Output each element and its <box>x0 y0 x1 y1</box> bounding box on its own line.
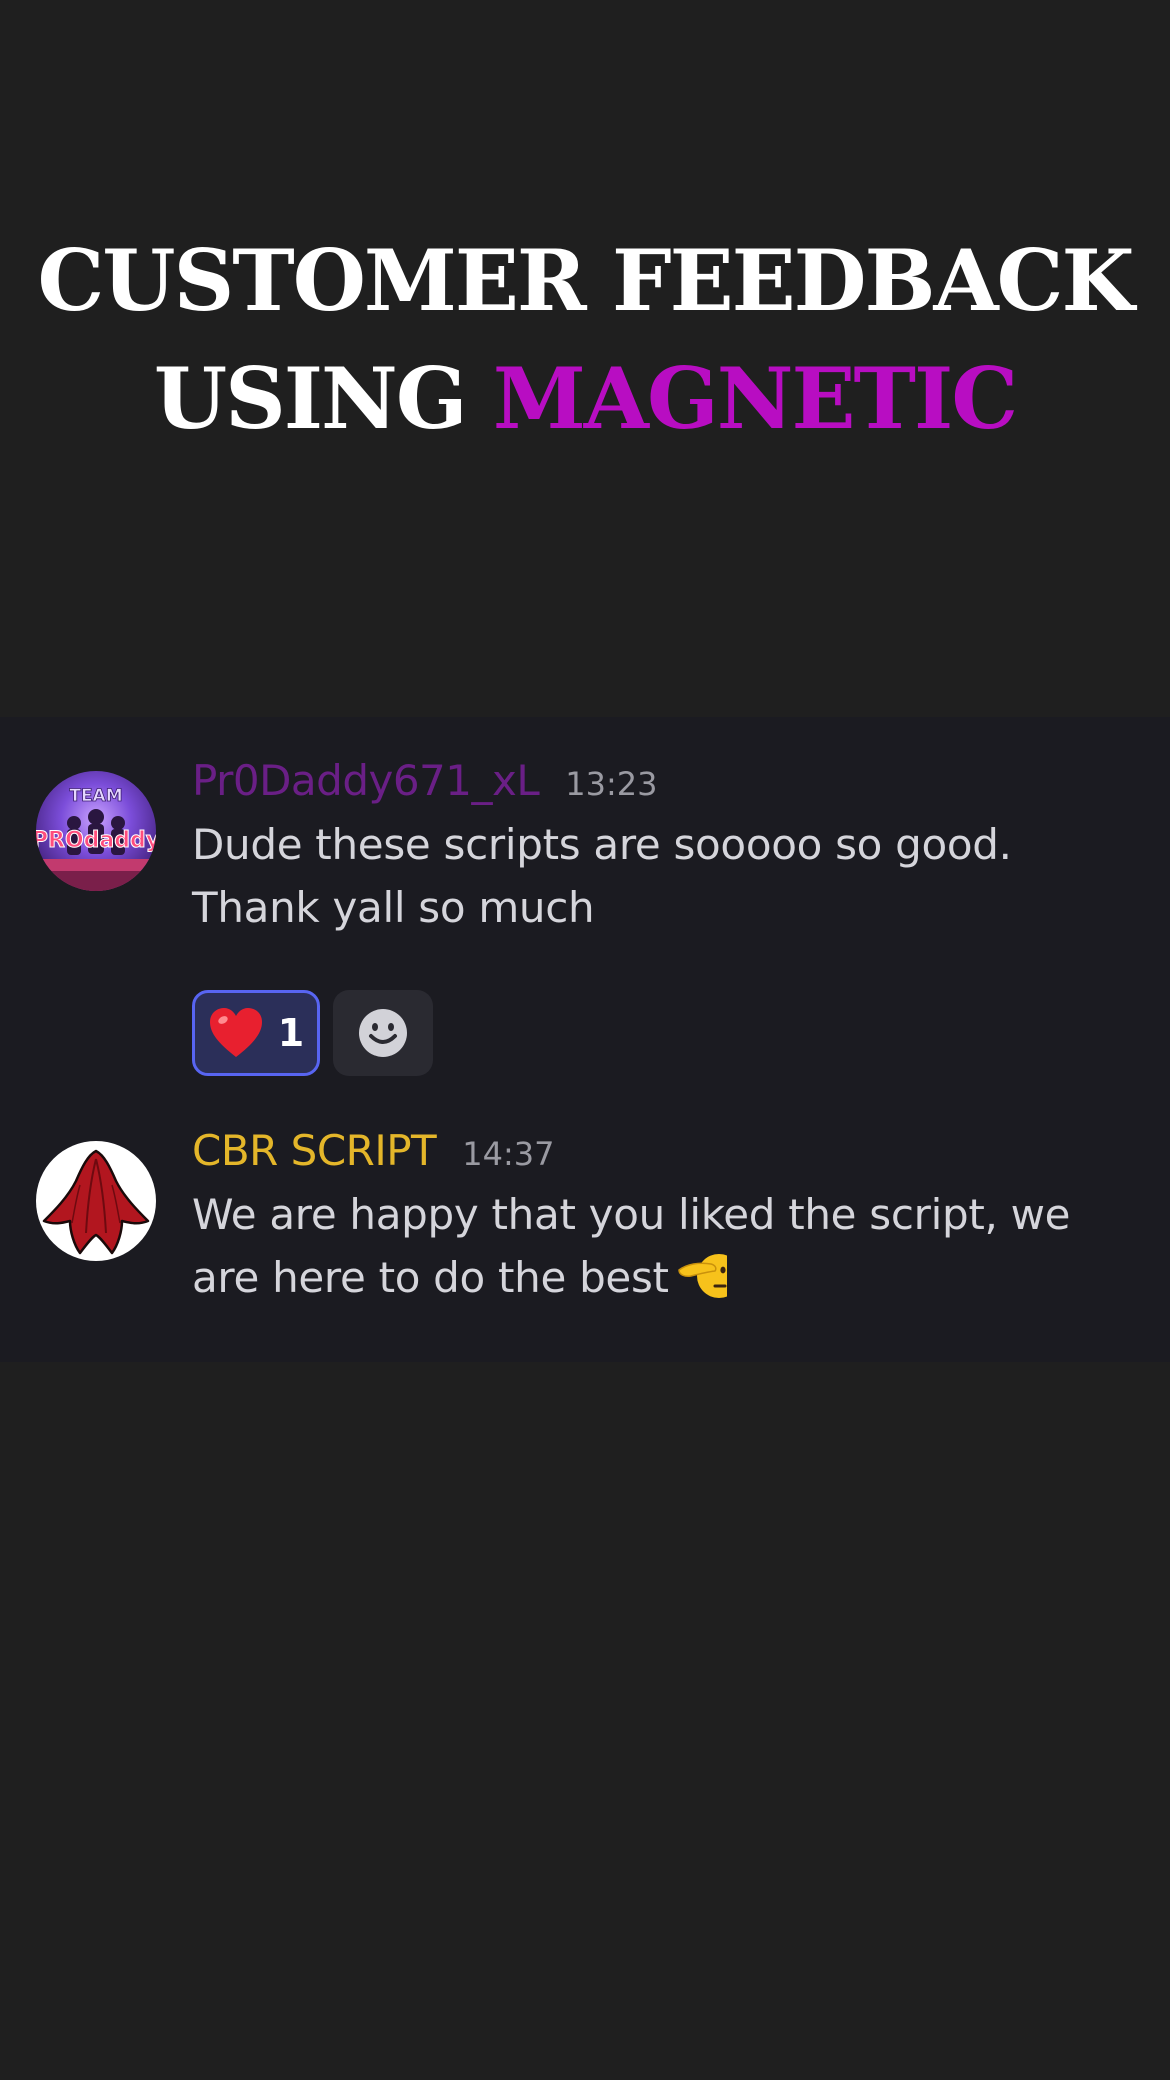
username[interactable]: CBR SCRIPT <box>192 1121 437 1181</box>
message-text: We are happy that you liked the script, … <box>192 1183 1142 1317</box>
heart-reaction-button[interactable]: 1 <box>192 990 320 1076</box>
message-header: CBR SCRIPT 14:37 <box>192 1121 554 1181</box>
avatar-image: TEAM PROdaddy <box>36 771 156 891</box>
saluting-face-emoji-icon <box>677 1248 741 1317</box>
message-text-content: We are happy that you liked the script, … <box>192 1190 1071 1302</box>
heart-emoji-icon <box>209 1008 262 1057</box>
reactions-bar: 1 <box>192 990 433 1076</box>
chat-panel: TEAM PROdaddy Pr0Daddy671_xL 13:23 Dude … <box>0 717 1170 1362</box>
headline-prefix: USING <box>153 349 468 448</box>
reaction-count: 1 <box>277 1011 305 1055</box>
avatar[interactable] <box>36 1141 156 1261</box>
avatar-text: PROdaddy <box>36 828 156 853</box>
timestamp: 13:23 <box>565 765 658 803</box>
username[interactable]: Pr0Daddy671_xL <box>192 751 540 811</box>
timestamp: 14:37 <box>462 1135 555 1173</box>
avatar-top-text: TEAM <box>69 786 122 806</box>
headline-line-1: CUSTOMER FEEDBACK <box>37 231 1134 330</box>
headline-accent: MAGNETIC <box>492 349 1018 448</box>
add-reaction-icon <box>359 1009 407 1057</box>
red-cloak-icon <box>36 1141 156 1261</box>
headline-line-2: USING MAGNETIC <box>0 340 1170 458</box>
headline: CUSTOMER FEEDBACK USING MAGNETIC <box>0 222 1170 458</box>
message-header: Pr0Daddy671_xL 13:23 <box>192 751 657 811</box>
message-text: Dude these scripts are sooooo so good. T… <box>192 820 1012 932</box>
avatar[interactable]: TEAM PROdaddy <box>36 771 156 891</box>
add-reaction-button[interactable] <box>333 990 433 1076</box>
